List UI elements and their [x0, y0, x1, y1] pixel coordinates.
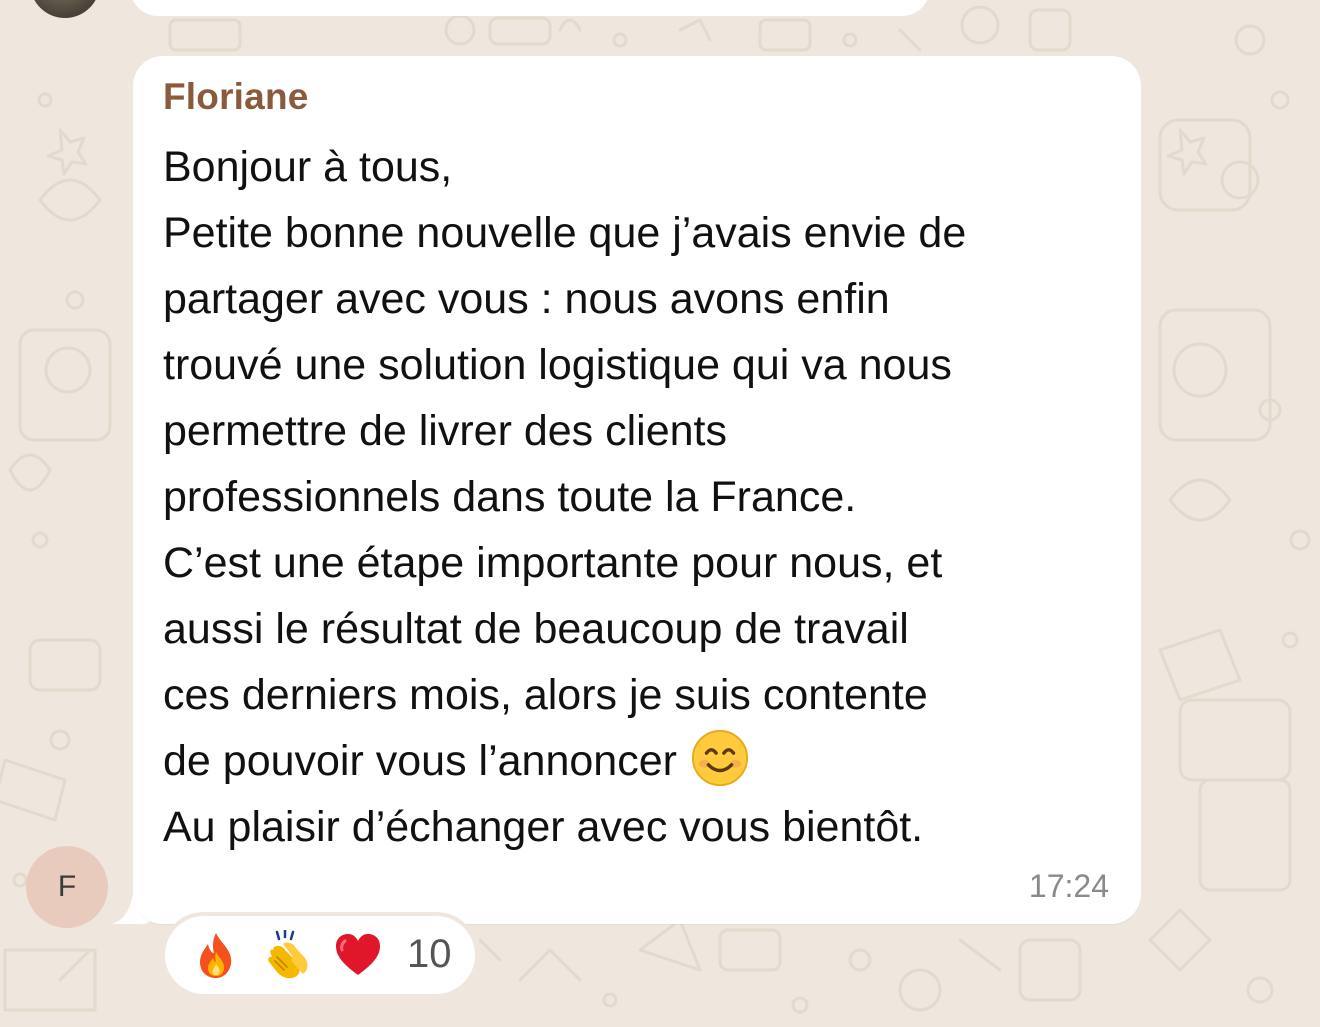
sender-name[interactable]: Floriane — [163, 76, 309, 118]
avatar-initial: F — [57, 870, 77, 903]
clapping-hands-icon — [268, 930, 308, 979]
red-heart-icon — [336, 934, 380, 975]
smiling-face-icon — [691, 729, 748, 787]
message-line: Bonjour à tous, — [163, 143, 453, 191]
message-timestamp: 17:24 — [1028, 868, 1109, 904]
fire-icon — [200, 933, 232, 978]
message-text: Bonjour à tous, Petite bonne nouvelle qu… — [163, 134, 966, 860]
message-line: de pouvoir vous l’annoncer — [163, 737, 677, 785]
message-line: Au plaisir d’échanger avec vous bientôt. — [163, 803, 924, 851]
message-line: ces derniers mois, alors je suis content… — [163, 671, 928, 719]
reactions-bar[interactable]: 10 — [165, 916, 475, 994]
message-line: professionnels dans toute la France. — [163, 473, 857, 521]
message-line: C’est une étape importante pour nous, et — [163, 539, 943, 587]
reaction-count: 10 — [407, 932, 452, 976]
message-line: Petite bonne nouvelle que j’avais envie … — [163, 209, 967, 257]
message-line-with-emoji: de pouvoir vous l’annoncer — [163, 728, 966, 794]
message-bubble[interactable]: Floriane Bonjour à tous, Petite bonne no… — [133, 56, 1141, 924]
message-line: trouvé une solution logistique qui va no… — [163, 341, 952, 389]
message-line: aussi le résultat de beaucoup de travail — [163, 605, 909, 653]
message-line: permettre de livrer des clients — [163, 407, 727, 455]
sender-avatar[interactable]: F — [26, 846, 108, 928]
previous-message-bubble[interactable] — [130, 0, 930, 16]
message-line: partager avec vous : nous avons enfin — [163, 275, 890, 323]
